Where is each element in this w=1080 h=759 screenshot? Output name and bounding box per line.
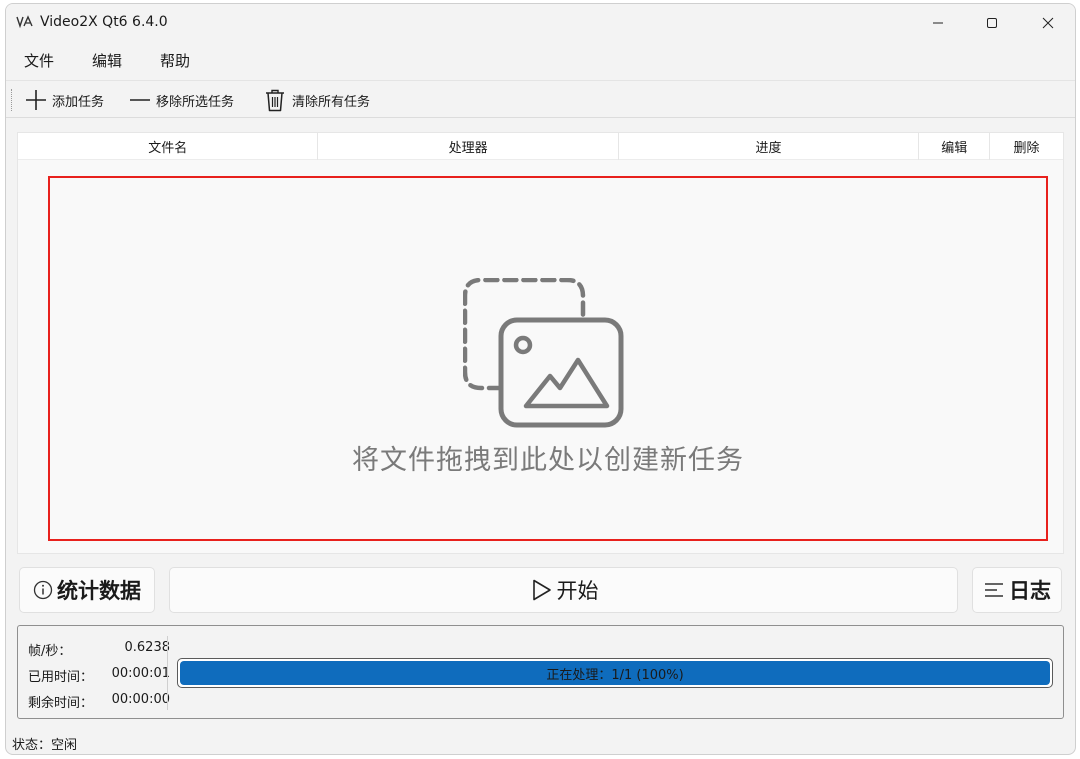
start-button[interactable]: 开始 [169, 567, 958, 613]
window-title: Video2X Qt6 6.4.0 [40, 14, 168, 30]
clear-all-label: 清除所有任务 [292, 94, 371, 110]
menu-bar: 文件 编辑 帮助 [6, 42, 1075, 78]
stat-fps: 帧/秒： 0.6238 [28, 640, 170, 660]
add-task-button[interactable]: 添加任务 [24, 87, 104, 113]
progress-bar: 正在处理：1/1 (100%) [177, 658, 1053, 688]
app-logo-icon [16, 15, 33, 29]
fps-value: 0.6238 [124, 640, 171, 655]
menu-help[interactable]: 帮助 [160, 50, 190, 71]
toolbar-handle[interactable] [11, 89, 13, 111]
minimize-icon [933, 22, 943, 24]
maximize-icon [987, 18, 997, 28]
log-button-label: 日志 [1009, 579, 1051, 603]
column-header-filename[interactable]: 文件名 [18, 133, 319, 160]
remove-selected-label: 移除所选任务 [156, 94, 235, 110]
progress-track: 正在处理：1/1 (100%) [180, 661, 1050, 685]
plus-icon [26, 90, 46, 110]
add-image-icon [463, 278, 624, 428]
remove-selected-button[interactable]: 移除所选任务 [128, 87, 234, 113]
stat-remaining: 剩余时间： 00:00:00 [28, 692, 170, 712]
drop-zone[interactable]: 将文件拖拽到此处以创建新任务 [48, 176, 1048, 541]
maximize-button[interactable] [964, 4, 1020, 42]
add-task-label: 添加任务 [52, 94, 105, 110]
stats-button-label: 统计数据 [57, 579, 141, 603]
title-bar[interactable]: Video2X Qt6 6.4.0 [6, 4, 1075, 42]
progress-text: 正在处理：1/1 (100%) [546, 667, 684, 683]
elapsed-value: 00:00:01 [111, 666, 170, 681]
status-bar-text: 状态：空闲 [12, 738, 78, 753]
menu-file[interactable]: 文件 [24, 50, 54, 71]
close-icon [1042, 17, 1054, 29]
column-header-progress[interactable]: 进度 [619, 133, 920, 160]
column-header-edit[interactable]: 编辑 [919, 133, 991, 160]
drop-zone-text: 将文件拖拽到此处以创建新任务 [352, 445, 744, 476]
close-button[interactable] [1020, 4, 1075, 42]
stats-panel: 帧/秒： 0.6238 已用时间： 00:00:01 剩余时间： 00:00:0… [17, 625, 1064, 719]
fps-label: 帧/秒： [28, 644, 72, 659]
minus-icon [130, 99, 150, 101]
log-lines-icon [985, 583, 1003, 597]
app-window: Video2X Qt6 6.4.0 文件 编辑 帮助 添加任务 移除所选任务 清… [5, 3, 1076, 755]
column-header-processor[interactable]: 处理器 [318, 133, 619, 160]
trash-icon [266, 89, 284, 112]
minimize-button[interactable] [910, 4, 966, 42]
clear-all-button[interactable]: 清除所有任务 [262, 87, 370, 113]
remaining-value: 00:00:00 [111, 692, 170, 707]
play-icon [532, 579, 551, 601]
remaining-label: 剩余时间： [28, 696, 94, 711]
info-icon [33, 580, 53, 600]
task-panel[interactable]: 文件名 处理器 进度 编辑 删除 将文件拖拽到此处以创建新任务 [17, 132, 1064, 554]
start-button-label: 开始 [556, 579, 599, 603]
stats-divider [167, 636, 168, 710]
elapsed-label: 已用时间： [28, 670, 94, 685]
column-header-delete[interactable]: 删除 [990, 133, 1063, 160]
stats-button[interactable]: 统计数据 [19, 567, 155, 613]
menu-edit[interactable]: 编辑 [92, 50, 122, 71]
stat-elapsed: 已用时间： 00:00:01 [28, 666, 170, 686]
toolbar: 添加任务 移除所选任务 清除所有任务 [6, 80, 1075, 118]
log-button[interactable]: 日志 [972, 567, 1062, 613]
task-table-header: 文件名 处理器 进度 编辑 删除 [18, 133, 1063, 160]
